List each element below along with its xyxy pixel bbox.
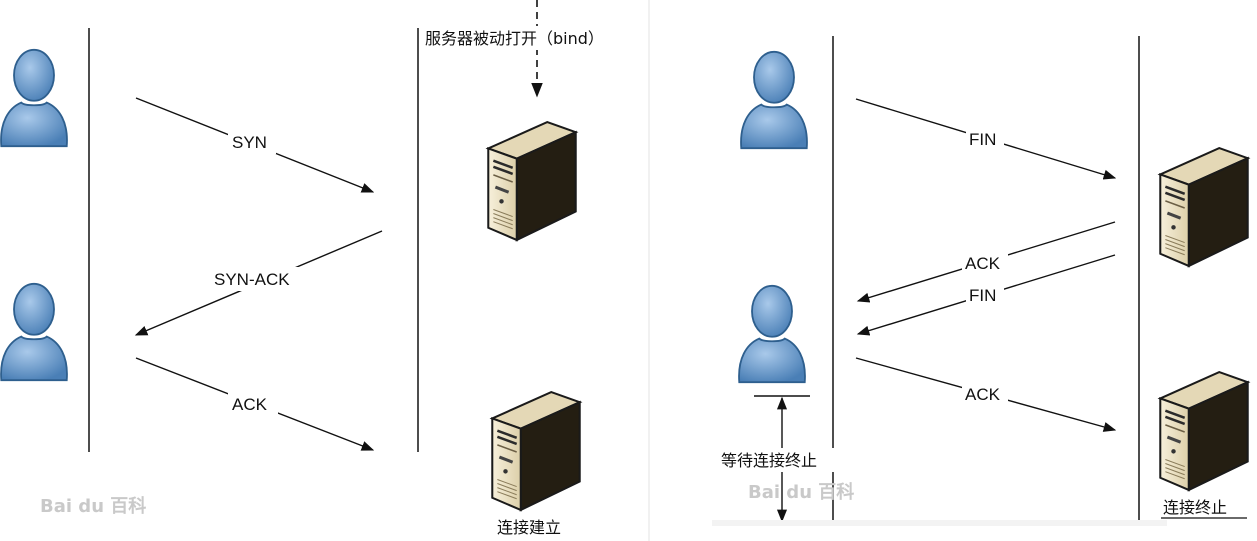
client-person-icon: [740, 50, 808, 150]
syn-ack-label: SYN-ACK: [214, 270, 290, 289]
syn-label: SYN: [232, 133, 267, 152]
server-passive-open-label: 服务器被动打开（bind）: [425, 29, 604, 48]
tcp-handshake-diagram: 服务器被动打开（bind） SYN SYN-ACK ACK 连接建立 Bai d…: [0, 0, 1250, 541]
server-icon: [490, 390, 582, 512]
server-icon: [1158, 370, 1250, 492]
client-person-icon: [0, 282, 68, 382]
watermark: Bai du 百科: [40, 495, 146, 517]
right-panel: FIN ACK FIN ACK 等待连接终止 Bai du 百科 连接终止: [712, 36, 1250, 526]
server-icon: [1158, 146, 1250, 268]
client-person-icon: [0, 48, 68, 148]
wait-for-termination-label: 等待连接终止: [721, 451, 817, 470]
connection-established-caption: 连接建立: [497, 518, 561, 537]
server-icon: [486, 120, 578, 242]
left-panel: 服务器被动打开（bind） SYN SYN-ACK ACK 连接建立 Bai d…: [0, 0, 642, 537]
client-person-icon: [738, 284, 806, 384]
ack-label: ACK: [232, 395, 268, 414]
final-ack-label: ACK: [965, 385, 1001, 404]
fin-label: FIN: [969, 130, 996, 149]
connection-terminated-caption: 连接终止: [1163, 498, 1227, 517]
fin-return-label: FIN: [969, 286, 996, 305]
ack-return-label: ACK: [965, 254, 1001, 273]
watermark: Bai du 百科: [748, 481, 854, 503]
